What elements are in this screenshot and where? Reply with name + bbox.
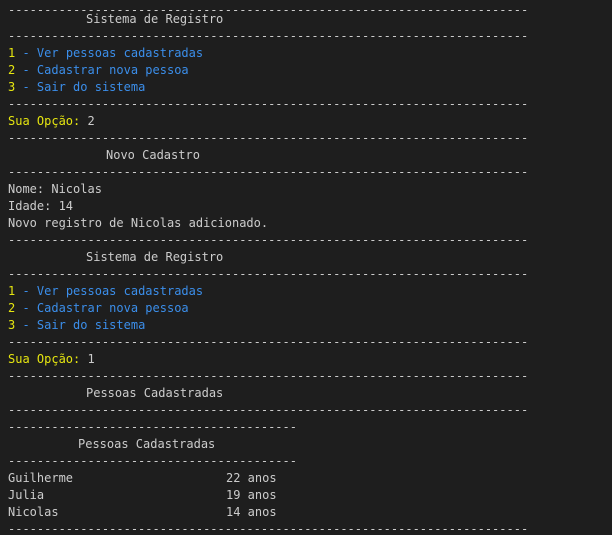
option-label: Cadastrar nova pessoa <box>36 301 189 315</box>
idade-line: Idade: 14 <box>8 199 74 213</box>
option-separator: - <box>15 63 37 77</box>
separator: ----------------------------------------… <box>8 233 529 247</box>
prompt-label: Sua Opção: <box>8 114 81 128</box>
option-label: Ver pessoas cadastradas <box>36 46 204 60</box>
list-row: Nicolas <box>8 504 59 521</box>
separator: ----------------------------------------… <box>8 267 529 281</box>
list-row: Julia <box>8 487 44 504</box>
menu-option-2: 2 - Cadastrar nova pessoa <box>8 62 189 79</box>
menu-option-1: 1 - Ver pessoas cadastradas <box>8 45 203 62</box>
person-age: 14 anos <box>226 505 277 519</box>
prompt-value: 1 <box>80 352 95 366</box>
separator: ----------------------------------------… <box>8 97 529 111</box>
option-prompt: Sua Opção: 2 <box>8 113 95 130</box>
option-separator: - <box>15 80 37 94</box>
result-message: Novo registro de Nicolas adicionado. <box>8 216 269 230</box>
separator: ----------------------------------------… <box>8 131 529 145</box>
terminal-output: ----------------------------------------… <box>8 0 612 535</box>
menu-option-1: 1 - Ver pessoas cadastradas <box>8 283 203 300</box>
menu-option-3: 3 - Sair do sistema <box>8 317 145 334</box>
person-name: Guilherme <box>8 471 74 485</box>
menu-option-3: 3 - Sair do sistema <box>8 79 145 96</box>
option-label: Sair do sistema <box>36 318 146 332</box>
option-prompt: Sua Opção: 1 <box>8 351 95 368</box>
separator-short: ---------------------------------------- <box>8 454 297 468</box>
separator: ----------------------------------------… <box>8 29 529 43</box>
person-age: 19 anos <box>226 488 277 502</box>
option-separator: - <box>15 318 37 332</box>
person-age: 22 anos <box>226 471 277 485</box>
person-name: Nicolas <box>8 505 59 519</box>
option-separator: - <box>15 301 37 315</box>
option-separator: - <box>15 284 37 298</box>
menu-title: Sistema de Registro <box>86 250 224 264</box>
nome-line: Nome: Nicolas <box>8 182 102 196</box>
separator: ----------------------------------------… <box>8 165 529 179</box>
list-title: Pessoas Cadastradas <box>78 437 216 451</box>
option-separator: - <box>15 46 37 60</box>
section-title: Pessoas Cadastradas <box>86 386 224 400</box>
separator: ----------------------------------------… <box>8 403 529 417</box>
menu-option-2: 2 - Cadastrar nova pessoa <box>8 300 189 317</box>
menu-title: Sistema de Registro <box>86 12 224 26</box>
list-row: Guilherme <box>8 470 73 487</box>
prompt-label: Sua Opção: <box>8 352 81 366</box>
separator: ----------------------------------------… <box>8 335 529 349</box>
option-label: Sair do sistema <box>36 80 146 94</box>
separator: ----------------------------------------… <box>8 369 529 383</box>
separator: ----------------------------------------… <box>8 522 529 535</box>
person-name: Julia <box>8 488 45 502</box>
option-label: Ver pessoas cadastradas <box>36 284 204 298</box>
prompt-value: 2 <box>80 114 95 128</box>
section-title: Novo Cadastro <box>106 148 200 162</box>
separator-short: ---------------------------------------- <box>8 420 297 434</box>
option-label: Cadastrar nova pessoa <box>36 63 189 77</box>
